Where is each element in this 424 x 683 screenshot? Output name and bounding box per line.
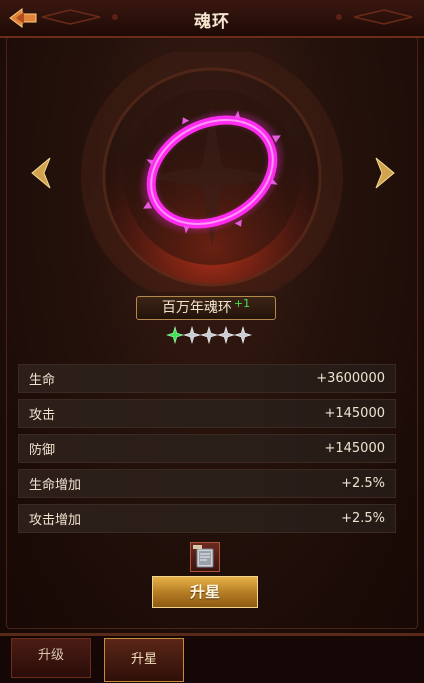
page-title: 魂环 <box>194 12 230 32</box>
stat-value: +2.5% <box>341 476 385 491</box>
star-unlit-icon <box>182 325 202 345</box>
stat-value: +2.5% <box>341 511 385 526</box>
previous-ring-button[interactable] <box>30 156 52 190</box>
tab-star-up[interactable]: 升星 <box>104 638 184 682</box>
ring-name: 百万年魂环 <box>161 300 232 316</box>
soul-ring-display <box>62 46 362 308</box>
star-icons <box>165 325 253 345</box>
stat-row-defense: 防御 +145000 <box>18 434 396 463</box>
stat-label: 防御 <box>29 443 56 458</box>
stats-list: 生命 +3600000 攻击 +145000 防御 +145000 生命增加 +… <box>18 364 396 539</box>
upgrade-material-item[interactable] <box>190 542 220 572</box>
bottom-tab-bar: 升级 升星 <box>0 636 424 683</box>
stat-row-attack: 攻击 +145000 <box>18 399 396 428</box>
chevron-left-icon <box>31 157 51 189</box>
stat-value: +145000 <box>324 441 385 456</box>
stat-row-attack-bonus: 攻击增加 +2.5% <box>18 504 396 533</box>
star-unlit-icon <box>216 325 236 345</box>
stat-value: +3600000 <box>316 371 385 386</box>
stat-value: +145000 <box>324 406 385 421</box>
tab-upgrade[interactable]: 升级 <box>11 638 91 678</box>
book-icon <box>193 545 214 568</box>
star-up-button[interactable]: 升星 <box>152 576 258 608</box>
stat-label: 生命 <box>29 373 56 388</box>
stat-label: 攻击 <box>29 408 56 423</box>
star-rating <box>165 325 256 345</box>
next-ring-button[interactable] <box>374 156 396 190</box>
ring-level-bonus: +1 <box>233 297 251 310</box>
stat-row-hp-bonus: 生命增加 +2.5% <box>18 469 396 498</box>
stat-label: 生命增加 <box>29 478 82 493</box>
soul-ring-illustration <box>81 46 343 308</box>
star-unlit-icon <box>199 325 219 345</box>
stat-row-hp: 生命 +3600000 <box>18 364 396 393</box>
chevron-right-icon <box>375 157 395 189</box>
star-unlit-icon <box>233 325 253 345</box>
star-lit-icon <box>165 325 185 345</box>
title-bar: 魂环 <box>0 0 424 38</box>
stat-label: 攻击增加 <box>29 513 82 528</box>
ring-name-plate: 百万年魂环 +1 <box>136 296 276 320</box>
